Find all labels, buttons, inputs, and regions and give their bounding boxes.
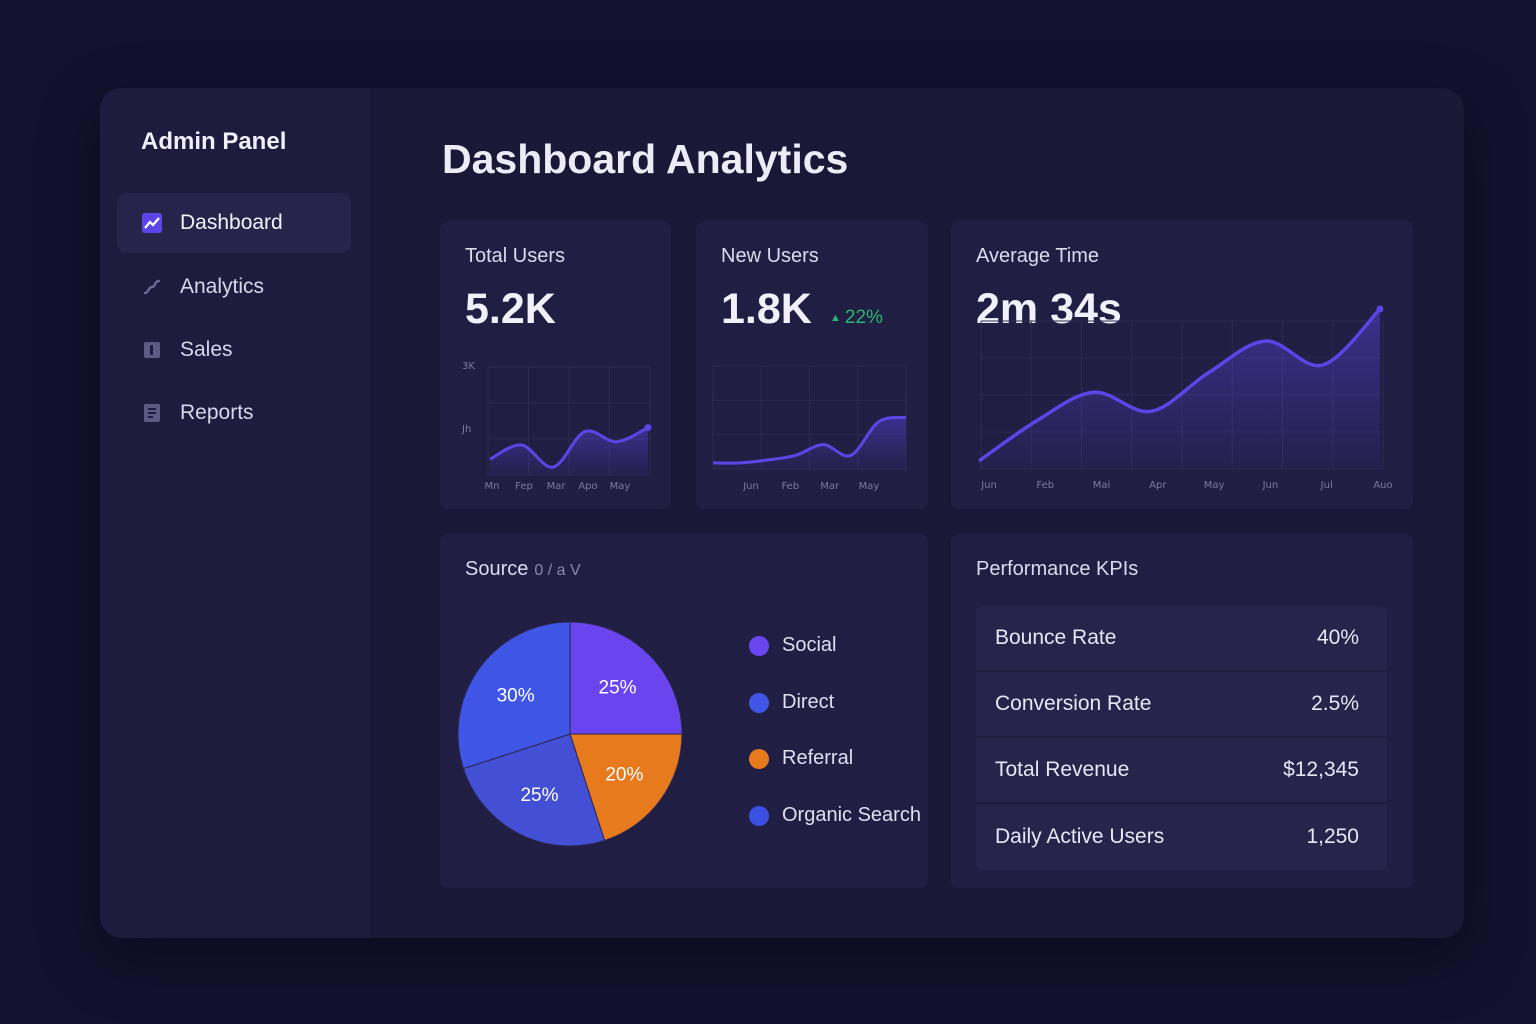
source-card: Source 0 / a V 25% 20% 25% 30% Social Direct… <box>440 534 928 888</box>
new-users-chart: Jun Feb Mar May <box>712 365 907 492</box>
new-users-card: New Users 1.8K ▲ 22% Jun Feb Mar May <box>696 221 928 509</box>
legend-label: Referral <box>782 747 854 769</box>
legend-dot <box>749 692 769 713</box>
pie-slice-label: 20% <box>605 764 643 785</box>
legend-label: Social <box>782 634 837 656</box>
source-pie-chart: 25% 20% 25% 30% <box>457 621 683 847</box>
x-tick-label: Mar <box>547 481 567 492</box>
sidebar-item-label: Reports <box>180 401 254 424</box>
sidebar-item-dashboard[interactable]: Dashboard <box>117 193 351 253</box>
x-tick-label: May <box>610 481 631 492</box>
kpi-table: Bounce Rate 40% Conversion Rate 2.5% Tot… <box>976 606 1387 870</box>
sidebar-item-label: Sales <box>180 338 233 361</box>
x-tick-label: Apo <box>578 481 597 492</box>
legend-label: Organic Search <box>782 804 921 826</box>
x-tick-label: Mar <box>820 481 840 492</box>
pie-slice-label: 30% <box>497 686 535 707</box>
x-tick-label: Feb <box>1036 480 1054 491</box>
kpi-name: Total Revenue <box>995 758 1130 781</box>
data-point <box>1376 305 1384 313</box>
admin-window: Admin Panel Dashboard Analytics Sales Re… <box>100 88 1464 938</box>
x-tick-label: Mn <box>485 481 500 492</box>
app-title: Admin Panel <box>141 128 287 155</box>
pie-slice-label: 25% <box>599 677 637 698</box>
card-title: Performance KPIs <box>976 558 1139 580</box>
legend-item-direct: Direct <box>749 691 834 714</box>
average-time-chart: Jun Feb Mai Apr May Jun Jul Auo <box>977 305 1393 491</box>
x-tick-label: Fep <box>515 481 533 492</box>
kpi-value: $12,345 <box>1283 758 1359 781</box>
total-users-card: Total Users 5.2K Mn Fep Mar Apo May 3K Jh <box>440 221 671 509</box>
sidebar-item-label: Dashboard <box>180 211 283 234</box>
x-tick-label: Auo <box>1373 480 1392 491</box>
legend-item-social: Social <box>749 634 836 657</box>
x-tick-label: Jun <box>742 481 759 492</box>
legend-dot <box>749 805 769 826</box>
average-time-card: Average Time 2m 34s Jun Feb Mai Apr May Jun Ju… <box>951 221 1413 509</box>
kpi-value: 2.5% <box>1311 692 1359 715</box>
kpi-row-daily-active-users: Daily Active Users 1,250 <box>976 804 1387 870</box>
kpi-name: Daily Active Users <box>995 825 1165 848</box>
x-tick-label: Jun <box>980 480 997 491</box>
y-tick-label: Jh <box>461 424 471 435</box>
x-tick-label: Jun <box>1262 480 1279 491</box>
kpi-value: 1,250 <box>1306 825 1359 848</box>
sidebar: Admin Panel Dashboard Analytics Sales Re… <box>100 88 370 938</box>
sales-icon <box>141 339 163 361</box>
y-tick-label: 3K <box>462 361 475 372</box>
sidebar-item-reports[interactable]: Reports <box>117 383 351 443</box>
pie-slice-label: 25% <box>520 785 558 806</box>
x-tick-label: Feb <box>781 481 799 492</box>
kpi-name: Bounce Rate <box>995 626 1117 649</box>
reports-icon <box>141 402 163 424</box>
dashboard-icon <box>141 212 163 234</box>
kpi-row-conversion-rate: Conversion Rate 2.5% <box>976 672 1387 738</box>
performance-kpis-card: Performance KPIs Bounce Rate 40% Convers… <box>951 534 1413 888</box>
legend-item-organic-search: Organic Search <box>749 804 921 827</box>
kpi-name: Conversion Rate <box>995 692 1152 715</box>
kpi-value: 40% <box>1316 626 1359 649</box>
legend-dot <box>749 635 769 656</box>
sidebar-item-label: Analytics <box>180 275 265 298</box>
x-tick-label: Apr <box>1149 480 1167 491</box>
legend-item-referral: Referral <box>749 747 853 770</box>
sidebar-item-sales[interactable]: Sales <box>117 320 351 380</box>
main-content: Dashboard Analytics Total Users 5.2K Mn F… <box>370 88 1464 938</box>
x-tick-label: May <box>859 481 880 492</box>
x-tick-label: May <box>1204 480 1225 491</box>
analytics-icon <box>141 276 163 298</box>
card-title: Source 0 / a V <box>465 558 581 581</box>
source-title: Source <box>465 558 529 580</box>
total-users-chart: Mn Fep Mar Apo May 3K Jh <box>461 361 652 492</box>
data-point <box>644 424 652 432</box>
kpi-row-total-revenue: Total Revenue $12,345 <box>976 738 1387 804</box>
x-tick-label: Mai <box>1093 480 1111 491</box>
legend-dot <box>749 748 769 769</box>
source-subtitle: 0 / a V <box>534 562 581 579</box>
kpi-row-bounce-rate: Bounce Rate 40% <box>976 606 1387 672</box>
sidebar-item-analytics[interactable]: Analytics <box>117 257 351 317</box>
series-area <box>979 309 1380 469</box>
page-title: Dashboard Analytics <box>442 136 849 182</box>
x-tick-label: Jul <box>1320 480 1333 491</box>
legend-label: Direct <box>782 691 835 713</box>
